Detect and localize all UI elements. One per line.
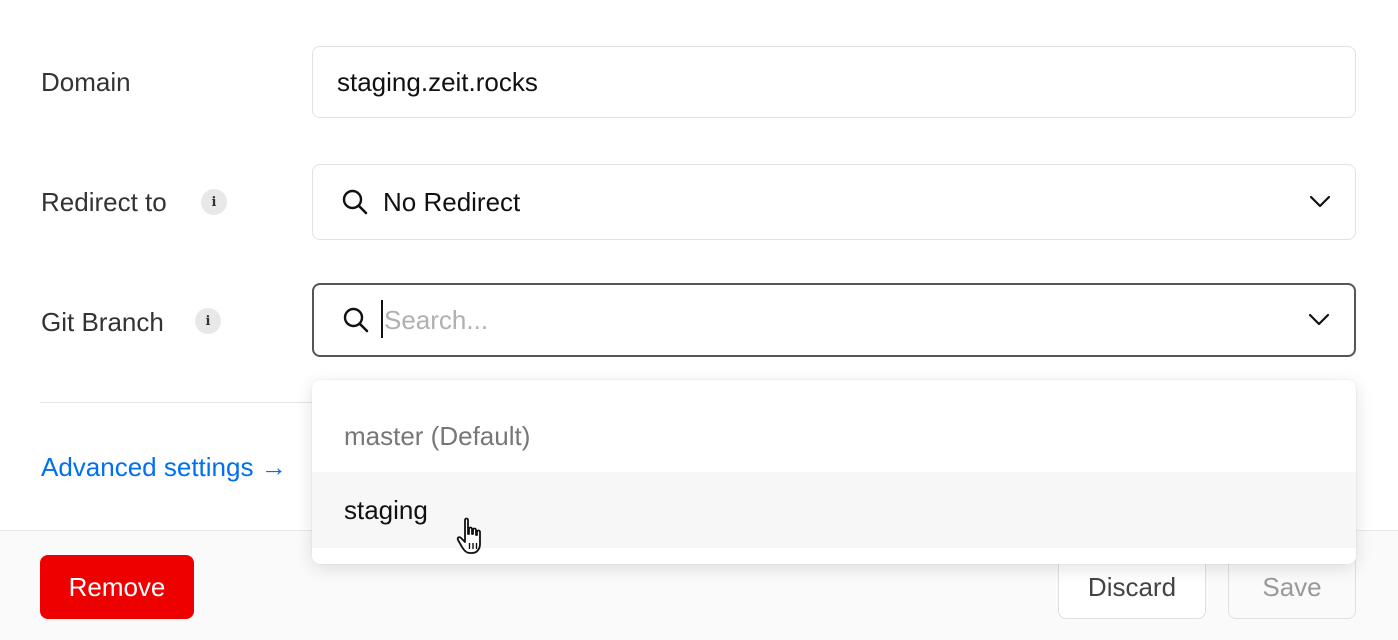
- discard-button[interactable]: Discard: [1058, 555, 1206, 619]
- save-button[interactable]: Save: [1228, 555, 1356, 619]
- git-branch-search-input[interactable]: [384, 285, 1264, 355]
- git-branch-combobox[interactable]: [312, 283, 1356, 357]
- redirect-info-icon[interactable]: i: [201, 189, 227, 215]
- domain-settings-page: Domain staging.zeit.rocks Redirect to i …: [0, 0, 1398, 640]
- text-caret: [381, 300, 383, 338]
- redirect-select[interactable]: No Redirect: [312, 164, 1356, 240]
- search-icon: [342, 189, 368, 215]
- search-icon: [343, 307, 369, 333]
- chevron-down-icon[interactable]: [1309, 195, 1331, 209]
- redirect-label: Redirect to: [41, 186, 167, 217]
- section-divider: [40, 402, 320, 403]
- redirect-value: No Redirect: [383, 186, 521, 217]
- dropdown-option-master[interactable]: master (Default): [312, 398, 1356, 474]
- advanced-settings-link[interactable]: Advanced settings →: [41, 452, 287, 483]
- chevron-down-icon[interactable]: [1308, 313, 1330, 327]
- domain-value: staging.zeit.rocks: [337, 66, 538, 97]
- domain-field[interactable]: staging.zeit.rocks: [312, 46, 1356, 118]
- git-branch-label: Git Branch: [41, 306, 164, 337]
- domain-label: Domain: [41, 66, 131, 97]
- git-branch-info-icon[interactable]: i: [195, 308, 221, 334]
- hand-pointer-cursor-icon: [456, 517, 481, 554]
- remove-button[interactable]: Remove: [40, 555, 194, 619]
